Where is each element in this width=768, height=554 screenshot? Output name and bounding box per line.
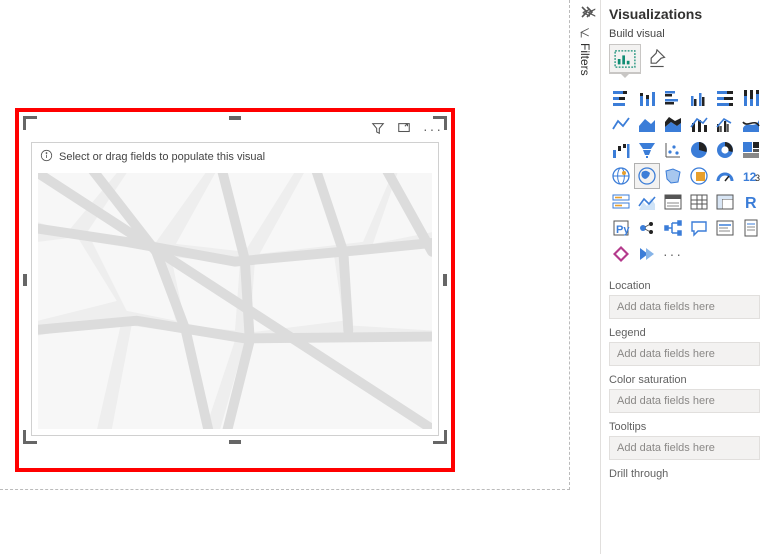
visual-body: Select or drag fields to populate this v… — [31, 142, 439, 436]
field-well-0[interactable]: Add data fields here — [609, 295, 760, 319]
visual-toolbar: ··· — [371, 118, 443, 140]
viz-stacked-area[interactable] — [661, 112, 685, 136]
visualization-picker: 123 R Py ··· — [609, 78, 760, 276]
viz-ribbon[interactable] — [739, 112, 763, 136]
field-label-2: Color saturation — [609, 374, 760, 386]
resize-handle-b[interactable] — [229, 440, 241, 444]
viz-qna[interactable] — [687, 216, 711, 240]
format-visual-tab[interactable] — [641, 44, 673, 74]
visualizations-pane: Visualizations Build visual — [600, 0, 768, 554]
viz-100-stacked-column[interactable] — [739, 86, 763, 110]
viz-funnel[interactable] — [635, 138, 659, 162]
viz-line-clustered-column[interactable] — [713, 112, 737, 136]
svg-text:R: R — [745, 195, 757, 212]
viz-100-stacked-bar[interactable] — [713, 86, 737, 110]
viz-clustered-column[interactable] — [687, 86, 711, 110]
svg-text:Py: Py — [616, 224, 630, 236]
resize-handle-l[interactable] — [23, 274, 27, 286]
resize-handle-r[interactable] — [443, 274, 447, 286]
viz-key-influencers[interactable] — [635, 216, 659, 240]
pane-title: Visualizations — [609, 6, 760, 22]
viz-power-apps[interactable] — [609, 242, 633, 266]
build-visual-tab[interactable] — [609, 44, 641, 74]
field-well-2[interactable]: Add data fields here — [609, 389, 760, 413]
viz-line[interactable] — [609, 112, 633, 136]
map-placeholder — [38, 173, 432, 429]
viz-stacked-column[interactable] — [635, 86, 659, 110]
viz-pie[interactable] — [687, 138, 711, 162]
viz-area[interactable] — [635, 112, 659, 136]
collapse-pane-icon[interactable] — [581, 4, 599, 22]
filters-pane-icon — [579, 27, 591, 39]
field-label-0: Location — [609, 280, 760, 292]
viz-clustered-bar[interactable] — [661, 86, 685, 110]
svg-text:3: 3 — [755, 173, 760, 183]
drill-through-header: Drill through — [609, 468, 760, 480]
viz-filled-map[interactable] — [635, 164, 659, 188]
viz-azure-map[interactable] — [687, 164, 711, 188]
resize-handle-tl[interactable] — [23, 116, 37, 130]
focus-mode-icon[interactable] — [397, 121, 411, 138]
mode-tabs — [609, 44, 760, 74]
viz-card[interactable]: 123 — [739, 164, 763, 188]
viz-smart-narrative[interactable] — [713, 216, 737, 240]
field-well-3[interactable]: Add data fields here — [609, 436, 760, 460]
viz-decomposition-tree[interactable] — [661, 216, 685, 240]
viz-table[interactable] — [687, 190, 711, 214]
field-label-3: Tooltips — [609, 421, 760, 433]
viz-shape-map[interactable] — [661, 164, 685, 188]
pane-subhead: Build visual — [609, 28, 760, 40]
visual-hint-text: Select or drag fields to populate this v… — [59, 151, 265, 163]
viz-kpi[interactable] — [635, 190, 659, 214]
viz-treemap[interactable] — [739, 138, 763, 162]
viz-stacked-bar[interactable] — [609, 86, 633, 110]
field-well-1[interactable]: Add data fields here — [609, 342, 760, 366]
viz-python[interactable]: Py — [609, 216, 633, 240]
filter-icon[interactable] — [371, 121, 385, 138]
viz-matrix[interactable] — [713, 190, 737, 214]
info-icon — [40, 149, 53, 165]
resize-handle-t[interactable] — [229, 116, 241, 120]
viz-donut[interactable] — [713, 138, 737, 162]
field-label-1: Legend — [609, 327, 760, 339]
viz-multi-row-card[interactable] — [609, 190, 633, 214]
viz-more[interactable]: ··· — [661, 242, 685, 266]
viz-gauge[interactable] — [713, 164, 737, 188]
more-options-icon[interactable]: ··· — [423, 122, 443, 136]
filters-pane-label: Filters — [578, 43, 592, 76]
viz-slicer[interactable] — [661, 190, 685, 214]
viz-map[interactable] — [609, 164, 633, 188]
viz-scatter[interactable] — [661, 138, 685, 162]
visual-container[interactable]: ··· Select or drag fields to populate th… — [25, 118, 445, 442]
viz-paginated-report[interactable] — [739, 216, 763, 240]
viz-power-automate[interactable] — [635, 242, 659, 266]
viz-waterfall[interactable] — [609, 138, 633, 162]
viz-r-script[interactable]: R — [739, 190, 763, 214]
visual-hint-row: Select or drag fields to populate this v… — [32, 143, 438, 171]
viz-line-stacked-column[interactable] — [687, 112, 711, 136]
